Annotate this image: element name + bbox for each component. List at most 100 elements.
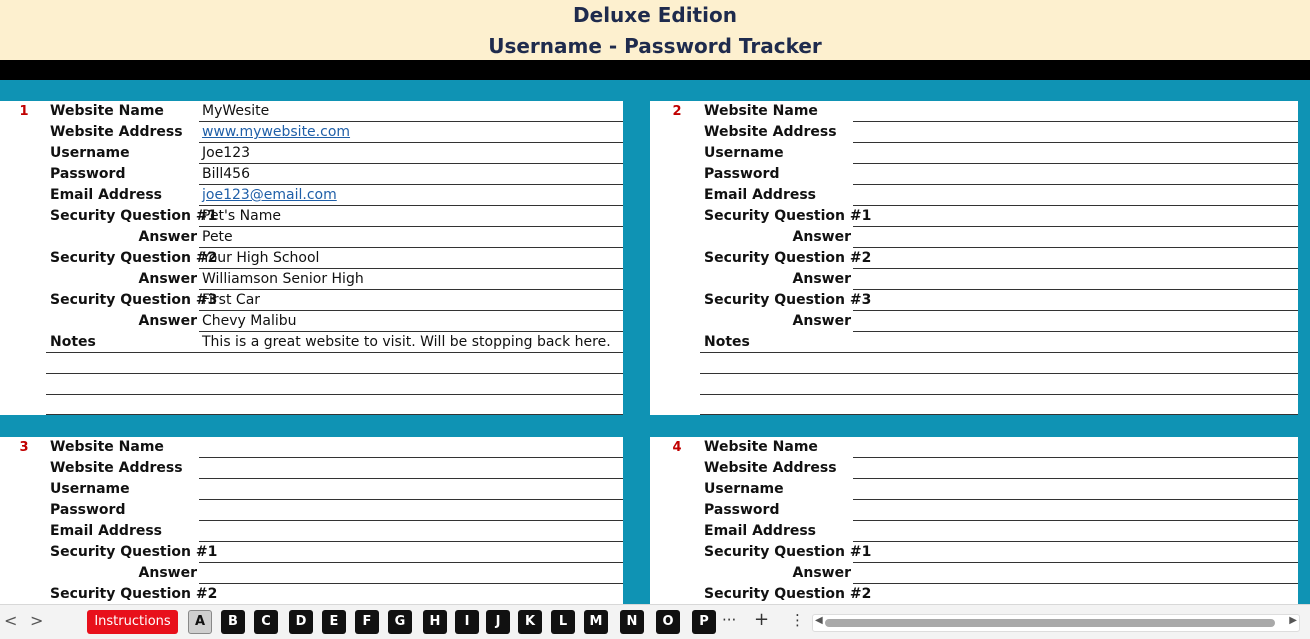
sheet-tab-n[interactable]: N <box>620 610 644 634</box>
field-value-sq3[interactable]: First Car <box>202 292 260 308</box>
field-label-sq3: Security Question #3 <box>704 292 872 308</box>
field-row-username: Username Joe123 <box>0 143 623 164</box>
sheet-tab-a[interactable]: A <box>188 610 212 634</box>
entry-card-2: 2 Website Name Website Address Username Pass… <box>650 101 1298 415</box>
field-label-email: Email Address <box>50 523 163 539</box>
field-row-a1: Answer <box>0 563 623 584</box>
field-row-password: Password <box>650 164 1298 185</box>
field-row-sq2: Security Question #2 <box>0 584 623 604</box>
field-row-a1: Answer Pete <box>0 227 623 248</box>
field-value-sq1[interactable]: Pet's Name <box>202 208 281 224</box>
field-label-email: Email Address <box>704 187 817 203</box>
field-row-sq1: Security Question #1 Pet's Name <box>0 206 623 227</box>
field-row-a2: Answer Williamson Senior High <box>0 269 623 290</box>
field-value-a3[interactable]: Chevy Malibu <box>202 313 296 329</box>
field-label-password: Password <box>704 502 780 518</box>
sheet-tab-e[interactable]: E <box>322 610 346 634</box>
field-label-a2: Answer <box>138 271 197 287</box>
field-row-website_address: Website Address www.mywebsite.com <box>0 122 623 143</box>
field-label-notes: Notes <box>704 334 750 350</box>
sheet-tab-bar: < > Instructions ABCDEFGHIJKLMNOP ··· + … <box>0 604 1310 639</box>
sheet-tab-h[interactable]: H <box>423 610 447 634</box>
sheet-tab-p[interactable]: P <box>692 610 716 634</box>
entry-card-3: 3 Website Name Website Address Username Pass… <box>0 437 623 604</box>
field-value-a1[interactable]: Pete <box>202 229 233 245</box>
sheet-tab-k[interactable]: K <box>518 610 542 634</box>
field-value-username[interactable]: Joe123 <box>202 145 250 161</box>
field-label-website_name: Website Name <box>704 439 818 455</box>
prev-sheet-button[interactable]: < <box>4 611 17 630</box>
more-sheets-button[interactable]: ··· <box>722 611 736 629</box>
sheet-tab-m[interactable]: M <box>584 610 608 634</box>
field-value-website_address[interactable]: www.mywebsite.com <box>202 124 350 140</box>
field-row-email: Email Address <box>650 521 1298 542</box>
notes-line <box>700 414 1298 415</box>
field-row-a1: Answer <box>650 563 1298 584</box>
notes-line <box>700 373 1298 374</box>
tracker-title: Username - Password Tracker <box>488 34 822 58</box>
field-label-sq2: Security Question #2 <box>704 586 872 602</box>
add-sheet-button[interactable]: + <box>754 609 769 630</box>
horizontal-scrollbar[interactable]: ◀ ▶ <box>812 614 1300 632</box>
field-row-sq2: Security Question #2 <box>650 584 1298 604</box>
field-row-a2: Answer <box>650 269 1298 290</box>
field-label-username: Username <box>704 145 784 161</box>
sheet-tab-d[interactable]: D <box>289 610 313 634</box>
next-sheet-button[interactable]: > <box>30 611 43 630</box>
field-value-email[interactable]: joe123@email.com <box>202 187 337 203</box>
sheet-tab-g[interactable]: G <box>388 610 412 634</box>
field-row-website_address: Website Address <box>650 122 1298 143</box>
sheet-tab-o[interactable]: O <box>656 610 680 634</box>
field-row-website_name: Website Name <box>650 437 1298 458</box>
sheet-tab-i[interactable]: I <box>455 610 479 634</box>
field-row-sq2: Security Question #2 <box>650 248 1298 269</box>
field-label-website_name: Website Name <box>50 439 164 455</box>
title-header: Deluxe Edition Username - Password Track… <box>0 0 1310 60</box>
scroll-thumb[interactable] <box>825 619 1275 627</box>
sheet-tab-l[interactable]: L <box>551 610 575 634</box>
field-row-website_name: Website Name MyWesite <box>0 101 623 122</box>
header-divider <box>0 60 1310 80</box>
field-row-sq1: Security Question #1 <box>650 206 1298 227</box>
sheet-tab-b[interactable]: B <box>221 610 245 634</box>
field-label-sq2: Security Question #2 <box>50 586 218 602</box>
sheet-menu-button[interactable]: ⋮ <box>790 611 805 629</box>
scroll-left-icon[interactable]: ◀ <box>815 615 823 626</box>
field-row-sq1: Security Question #1 <box>650 542 1298 563</box>
field-label-email: Email Address <box>50 187 163 203</box>
field-value-notes[interactable]: This is a great website to visit. Will b… <box>202 334 611 350</box>
sheet-tab-j[interactable]: J <box>486 610 510 634</box>
field-row-website_name: Website Name <box>650 101 1298 122</box>
field-value-a2[interactable]: Williamson Senior High <box>202 271 364 287</box>
edition-title: Deluxe Edition <box>573 3 737 27</box>
field-label-a1: Answer <box>138 229 197 245</box>
field-row-a3: Answer Chevy Malibu <box>0 311 623 332</box>
field-row-username: Username <box>650 143 1298 164</box>
field-row-password: Password <box>650 500 1298 521</box>
field-row-notes: Notes <box>650 332 1298 353</box>
notes-line <box>46 373 623 374</box>
sheet-tab-c[interactable]: C <box>254 610 278 634</box>
field-label-password: Password <box>704 166 780 182</box>
notes-line <box>700 394 1298 395</box>
field-label-a1: Answer <box>792 565 851 581</box>
field-label-a2: Answer <box>792 271 851 287</box>
field-label-sq1: Security Question #1 <box>704 208 872 224</box>
field-label-website_name: Website Name <box>704 103 818 119</box>
field-label-a1: Answer <box>792 229 851 245</box>
field-label-sq1: Security Question #1 <box>50 208 218 224</box>
field-label-password: Password <box>50 502 126 518</box>
field-row-website_address: Website Address <box>650 458 1298 479</box>
scroll-right-icon[interactable]: ▶ <box>1289 615 1297 626</box>
field-label-username: Username <box>50 481 130 497</box>
field-value-sq2[interactable]: Your High School <box>202 250 319 266</box>
sheet-tab-f[interactable]: F <box>355 610 379 634</box>
field-value-password[interactable]: Bill456 <box>202 166 250 182</box>
field-row-a1: Answer <box>650 227 1298 248</box>
field-label-website_name: Website Name <box>50 103 164 119</box>
field-row-email: Email Address <box>650 185 1298 206</box>
field-label-website_address: Website Address <box>704 460 837 476</box>
tab-instructions[interactable]: Instructions <box>87 610 178 634</box>
field-row-username: Username <box>650 479 1298 500</box>
field-value-website_name[interactable]: MyWesite <box>202 103 269 119</box>
